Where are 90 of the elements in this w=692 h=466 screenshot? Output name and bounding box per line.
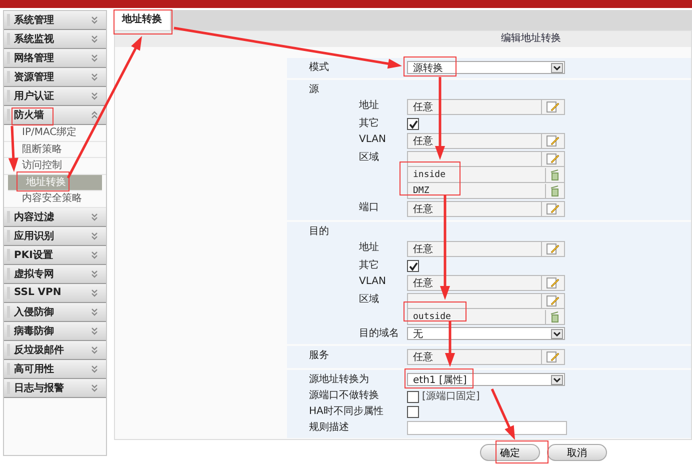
checkbox[interactable]: [407, 406, 419, 418]
form-button[interactable]: 确定: [480, 444, 540, 461]
checkbox-note: [源端口固定]: [422, 390, 480, 403]
chevron-icon: [91, 16, 98, 24]
zone-entry: DMZ: [407, 183, 565, 199]
dropdown-select[interactable]: 无: [407, 327, 565, 340]
field-label: 规则描述: [308, 421, 350, 435]
sidebar-item[interactable]: 用户认证: [4, 87, 106, 106]
sidebar-item[interactable]: 日志与报警: [4, 378, 106, 398]
section-title: 目的: [308, 225, 330, 239]
sidebar-item[interactable]: 系统监视: [4, 30, 106, 49]
chevron-icon: [91, 308, 98, 316]
sidebar-item[interactable]: PKI设置: [4, 246, 106, 265]
value-field[interactable]: 任意: [407, 201, 565, 217]
chevron-icon: [91, 270, 98, 278]
sidebar-item[interactable]: 防火墙: [4, 106, 106, 125]
value-field[interactable]: 任意: [407, 99, 565, 115]
annotation-box: [404, 368, 474, 388]
chevron-icon: [91, 111, 98, 119]
tab[interactable]: 地址转换: [114, 10, 170, 30]
field-label: 源地址转换为: [308, 373, 370, 387]
checkbox[interactable]: [407, 260, 419, 272]
field-label: VLAN: [358, 275, 387, 289]
zone-entry: outside: [407, 309, 565, 325]
sidebar-item[interactable]: 应用识别: [4, 226, 106, 246]
section-title: 源: [308, 83, 320, 97]
field-label: 服务: [308, 349, 330, 363]
checkbox[interactable]: [407, 118, 419, 130]
field-label: 模式: [308, 61, 330, 75]
chevron-icon: [91, 54, 98, 62]
dropdown-arrow-icon: [551, 62, 563, 72]
field-label: 目的域名: [358, 327, 400, 341]
value-field[interactable]: 任意: [407, 349, 565, 365]
sidebar-item[interactable]: SSL VPN: [4, 284, 106, 303]
sidebar-subitem[interactable]: 阻断策略: [4, 142, 106, 158]
field-label: 其它: [358, 117, 380, 131]
chevron-icon: [91, 35, 98, 43]
annotation-box: [12, 108, 54, 126]
chevron-icon: [91, 326, 98, 335]
value-field[interactable]: 任意: [407, 133, 565, 149]
field-label: 端口: [358, 201, 380, 215]
chevron-icon: [91, 250, 98, 259]
zone-field[interactable]: [407, 293, 565, 309]
chevron-icon: [91, 384, 98, 392]
chevron-icon: [91, 288, 98, 297]
field-label: 地址: [358, 99, 380, 113]
form-button[interactable]: 取消: [547, 444, 607, 461]
annotation-box: [114, 10, 172, 34]
annotation-box: [400, 162, 460, 196]
dropdown-arrow-icon: [551, 374, 563, 384]
annotation-arrow: [490, 388, 515, 440]
panel-title: 编辑地址转换: [115, 31, 691, 47]
field-label: 区域: [358, 151, 380, 165]
field-label: VLAN: [358, 133, 387, 147]
annotation-arrow: [8, 126, 18, 172]
zone-field[interactable]: [407, 151, 565, 167]
field-label: 区域: [358, 293, 380, 307]
sidebar-subitem[interactable]: IP/MAC绑定: [4, 125, 106, 142]
dropdown-select[interactable]: 源转换: [407, 61, 565, 74]
dropdown-arrow-icon: [551, 328, 563, 338]
sidebar-item[interactable]: 网络管理: [4, 49, 106, 68]
sidebar-item[interactable]: 资源管理: [4, 68, 106, 87]
checkbox[interactable]: [407, 390, 419, 402]
chevron-icon: [91, 212, 98, 221]
field-label: 源端口不做转换: [308, 389, 380, 403]
chevron-icon: [91, 73, 98, 81]
zone-entry: inside: [407, 167, 565, 183]
annotation-box: [404, 56, 456, 76]
chevron-icon: [91, 232, 98, 240]
annotation-box: [404, 302, 466, 322]
sidebar-item[interactable]: 反垃圾邮件: [4, 340, 106, 360]
chevron-icon: [91, 364, 98, 373]
annotation-box: [496, 440, 548, 464]
value-field[interactable]: 任意: [407, 241, 565, 257]
sidebar-item[interactable]: 病毒防御: [4, 322, 106, 341]
sidebar-item[interactable]: 虚拟专网: [4, 264, 106, 284]
annotation-arrow: [445, 321, 455, 367]
sidebar-item[interactable]: 内容过滤: [4, 208, 106, 227]
input-field[interactable]: [407, 421, 567, 435]
value-field[interactable]: 任意: [407, 275, 565, 291]
field-label: 其它: [358, 259, 380, 273]
field-label: HA时不同步属性: [308, 405, 384, 419]
sidebar-item[interactable]: 系统管理: [4, 11, 106, 30]
annotation-box: [16, 172, 70, 192]
chevron-icon: [91, 346, 98, 354]
dropdown-select[interactable]: eth1 [属性]: [407, 373, 565, 386]
chevron-icon: [91, 92, 98, 100]
field-label: 地址: [358, 241, 380, 255]
sidebar-item[interactable]: 高可用性: [4, 360, 106, 379]
sidebar-item[interactable]: 入侵防御: [4, 302, 106, 322]
